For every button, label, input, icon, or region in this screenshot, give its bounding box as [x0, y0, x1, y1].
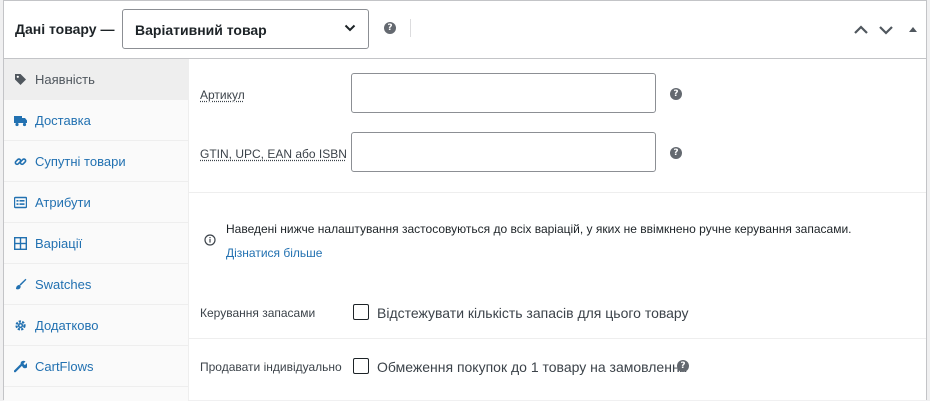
- tab-label: CartFlows: [35, 359, 94, 374]
- tab-label: Додатково: [35, 318, 98, 333]
- notice-text: Наведені нижче налаштування застосовують…: [226, 222, 851, 236]
- sku-label: Артикул: [200, 88, 245, 102]
- link-icon: [14, 155, 27, 168]
- grid-icon: [14, 237, 27, 250]
- tab-label: Наявність: [35, 72, 95, 87]
- tab-cartflows[interactable]: CartFlows: [4, 346, 188, 387]
- sold-individually-checkbox-label: Обмеження покупок до 1 товару на замовле…: [377, 359, 687, 375]
- stock-management-checkbox-label: Відстежувати кількість запасів для цього…: [377, 305, 689, 321]
- wrench-icon: [14, 360, 27, 373]
- learn-more-link[interactable]: Дізнатися більше: [226, 246, 322, 260]
- info-icon: [204, 234, 216, 246]
- tab-label: Swatches: [35, 277, 91, 292]
- sku-input[interactable]: [351, 73, 656, 113]
- help-icon[interactable]: ?: [384, 22, 396, 34]
- tab-linked-products[interactable]: Супутні товари: [4, 141, 188, 182]
- section-divider: [189, 338, 926, 339]
- gtin-input[interactable]: [351, 132, 656, 172]
- sold-individually-label: Продавати індивідуально: [200, 360, 342, 374]
- tab-inventory[interactable]: Наявність: [4, 59, 188, 100]
- tag-icon: [14, 73, 27, 86]
- header-separator: [410, 19, 411, 37]
- chevron-down-icon: [344, 22, 356, 34]
- chevron-down-icon[interactable]: [877, 21, 895, 39]
- product-type-select[interactable]: Варіативний товар: [122, 9, 369, 49]
- stock-management-label: Керування запасами: [200, 306, 315, 320]
- tab-shipping[interactable]: Доставка: [4, 100, 188, 141]
- help-icon[interactable]: ?: [670, 147, 682, 159]
- list-icon: [14, 196, 27, 209]
- chevron-up-icon[interactable]: [852, 21, 870, 39]
- inventory-panel: Артикул ? GTIN, UPC, EAN або ISBN ? Наве…: [189, 59, 926, 401]
- panel-header: Дані товару — Варіативний товар ?: [4, 1, 926, 59]
- triangle-up-icon[interactable]: [904, 21, 922, 39]
- help-icon[interactable]: ?: [670, 88, 682, 100]
- gear-icon: [14, 319, 27, 332]
- gtin-label: GTIN, UPC, EAN або ISBN: [200, 147, 347, 161]
- tab-label: Варіації: [35, 236, 82, 251]
- help-icon[interactable]: ?: [677, 360, 689, 372]
- stock-management-checkbox[interactable]: [353, 304, 369, 320]
- tab-swatches[interactable]: Swatches: [4, 264, 188, 305]
- tab-attributes[interactable]: Атрибути: [4, 182, 188, 223]
- tab-variations[interactable]: Варіації: [4, 223, 188, 264]
- tab-label: Атрибути: [35, 195, 91, 210]
- palette-icon: [14, 278, 27, 291]
- product-type-value: Варіативний товар: [135, 22, 267, 38]
- tab-label: Супутні товари: [35, 154, 126, 169]
- truck-icon: [14, 114, 27, 127]
- product-data-panel: Дані товару — Варіативний товар ? Наявні…: [3, 0, 927, 400]
- tab-advanced[interactable]: Додатково: [4, 305, 188, 346]
- sold-individually-checkbox[interactable]: [353, 358, 369, 374]
- panel-title: Дані товару —: [15, 21, 114, 37]
- tab-label: Доставка: [35, 113, 91, 128]
- product-data-tabs: Наявність Доставка Супутні товари Атрибу…: [4, 59, 189, 401]
- section-divider: [189, 192, 926, 193]
